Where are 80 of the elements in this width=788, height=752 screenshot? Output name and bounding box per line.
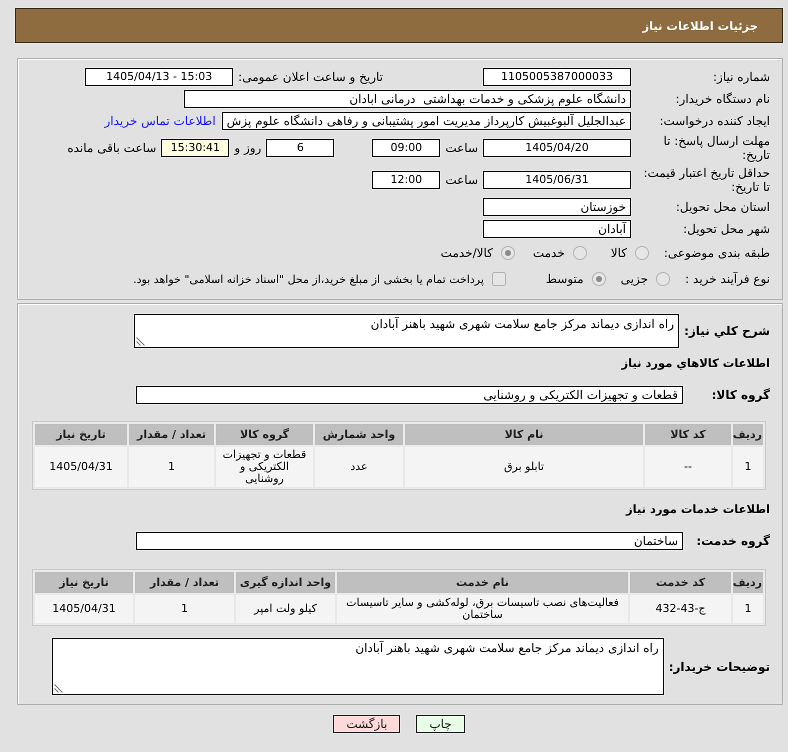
table-cell: عدد	[315, 447, 403, 487]
radio-icon[interactable]	[572, 246, 587, 260]
table-header-cell: تعداد / مقدار	[129, 424, 214, 445]
requester-field[interactable]: عبدالجلیل آلبوغبیش کارپرداز مدیریت امور پشتیبانی و رفاهی دانشگاه علوم پزش	[222, 112, 631, 130]
resize-handle-icon[interactable]	[54, 684, 63, 693]
table-header-cell: ردیف	[733, 572, 763, 593]
section-heading: اطلاعات کالاهاي مورد نیاز	[622, 356, 770, 370]
buyer-notes-field[interactable]: راه اندازی دیماند مرکز جامع سلامت شهری شهید باهنر آبادان	[52, 638, 664, 695]
category-option[interactable]: کالا	[610, 246, 649, 260]
table-header-cell: نام کالا	[405, 424, 643, 445]
remaining-label: ساعت باقی مانده	[67, 141, 156, 155]
field-label: مهلت ارسال پاسخ: تا تاریخ:	[662, 134, 770, 162]
validity-time-field[interactable]: 12:00	[372, 171, 440, 189]
category-option[interactable]: کالا/خدمت	[440, 246, 515, 260]
field-label: تاریخ و ساعت اعلان عمومی:	[238, 70, 383, 84]
field-label: گروه کالا:	[710, 388, 770, 402]
back-button[interactable]: بازگشت	[333, 715, 400, 733]
field-label: ایجاد کننده درخواست:	[658, 114, 770, 128]
table-cell: تابلو برق	[405, 447, 643, 487]
field-label: شرح کلي نیاز:	[684, 324, 770, 338]
table-cell: فعالیت‌های نصب تاسیسات برق، لوله‌کشی و سایر تاسیسات ساختمان	[337, 595, 628, 623]
deadline-time-field[interactable]: 09:00	[372, 139, 440, 157]
buyer-organization-field[interactable]: دانشگاه علوم پزشکی و خدمات بهداشتی درمانی ابادان	[184, 90, 631, 108]
table-header-cell: ردیف	[733, 424, 763, 445]
field-label: گروه خدمت:	[695, 534, 770, 548]
table-header-cell: تاریخ نیاز	[35, 572, 133, 593]
city-field[interactable]: آبادان	[483, 220, 631, 238]
field-label: توضیحات خریدار:	[668, 660, 770, 674]
field-label: شهر محل تحویل:	[682, 222, 770, 236]
table-header-cell: تعداد / مقدار	[135, 572, 234, 593]
table-cell: کیلو ولت امپر	[236, 595, 335, 623]
contact-link[interactable]: اطلاعات تماس خریدار	[104, 114, 216, 128]
description-field[interactable]: راه اندازی دیماند مرکز جامع سلامت شهری شهید باهنر آبادان	[134, 314, 679, 348]
field-label: شماره نیاز:	[712, 70, 770, 84]
resize-handle-icon[interactable]	[136, 337, 145, 346]
days-label: روز و	[234, 141, 262, 155]
table-cell: 1	[129, 447, 214, 487]
field-label: حداقل تاریخ اعتبار قیمت: تا تاریخ:	[642, 166, 770, 194]
table-cell: 1405/04/31	[35, 595, 133, 623]
table-cell: 1	[733, 447, 763, 487]
table-header-cell: واحد اندازه گیری	[236, 572, 335, 593]
validity-date-field[interactable]: 1405/06/31	[483, 171, 631, 189]
table-cell: قطعات و تجهیزات الکتریکی و روشنایی	[216, 447, 313, 487]
table-cell: 1	[733, 595, 763, 623]
table-header-cell: گروه کالا	[216, 424, 313, 445]
field-label: استان محل تحویل:	[674, 200, 770, 214]
table-header-cell: تاریخ نیاز	[35, 424, 127, 445]
announcement-date-field[interactable]: 1405/04/13 - 15:03	[85, 68, 234, 86]
table-header-cell: کد کالا	[645, 424, 731, 445]
radio-icon[interactable]	[592, 272, 606, 286]
goods-group-field[interactable]: قطعات و تجهیزات الکتریکی و روشنایی	[136, 386, 683, 404]
table-header-cell: واحد شمارش	[315, 424, 403, 445]
radio-icon[interactable]	[635, 246, 649, 260]
time-label: ساعت	[445, 141, 478, 155]
time-label: ساعت	[445, 173, 478, 187]
page-title: جزئیات اطلاعات نیاز	[642, 18, 758, 32]
field-label: نوع فرآیند خرید :	[684, 272, 770, 286]
table-cell: 1	[135, 595, 234, 623]
need-number-field[interactable]: 1105005387000033	[483, 68, 631, 86]
radio-icon[interactable]	[500, 246, 515, 260]
table-header-cell: کد خدمت	[630, 572, 731, 593]
deadline-date-field[interactable]: 1405/04/20	[483, 139, 631, 157]
field-label: طبقه بندی موضوعی:	[662, 246, 770, 260]
process-option[interactable]: متوسط	[546, 272, 606, 286]
print-button[interactable]: چاپ	[416, 715, 465, 733]
days-field[interactable]: 6	[266, 139, 334, 157]
category-option[interactable]: خدمت	[532, 246, 587, 260]
treasury-option[interactable]: پرداخت تمام یا بخشی از مبلغ خرید،از محل "اسناد خزانه اسلامی" خواهد بود.	[133, 272, 506, 286]
province-field[interactable]: خوزستان	[483, 198, 631, 216]
table-cell: ج-43-432	[630, 595, 731, 623]
table-header-cell: نام خدمت	[337, 572, 628, 593]
radio-icon[interactable]	[656, 272, 670, 286]
table-cell: 1405/04/31	[35, 447, 127, 487]
service-group-field[interactable]: ساختمان	[136, 532, 683, 550]
table-cell: --	[645, 447, 731, 487]
remaining-time-field[interactable]: 15:30:41	[161, 139, 230, 157]
field-label: نام دستگاه خریدار:	[674, 92, 770, 106]
section-heading: اطلاعات خدمات مورد نیاز	[626, 502, 770, 516]
process-option[interactable]: جزیی	[620, 272, 670, 286]
checkbox-icon[interactable]	[492, 272, 506, 286]
